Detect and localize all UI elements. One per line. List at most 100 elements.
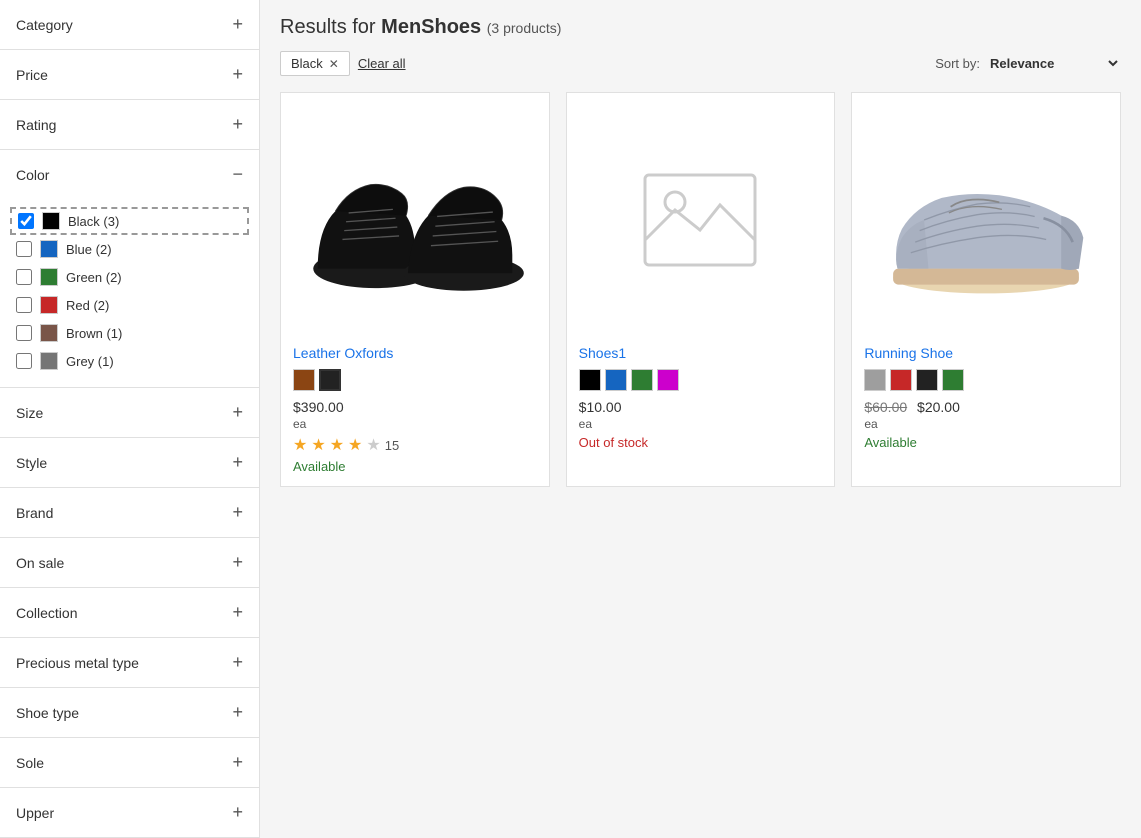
swatch-black[interactable] [579, 369, 601, 391]
color-option-red[interactable]: Red (2) [16, 291, 243, 319]
filter-upper-toggle-icon: + [232, 802, 243, 823]
filter-price-label: Price [16, 67, 48, 83]
filter-style-toggle-icon: + [232, 452, 243, 473]
filter-category-header[interactable]: Category + [0, 0, 259, 49]
filter-precious-metal-header[interactable]: Precious metal type + [0, 638, 259, 687]
product-image-leather-oxfords [293, 105, 537, 335]
color-filter-options: Black (3) Blue (2) Green (2) [0, 199, 259, 387]
filter-upper: Upper + [0, 788, 259, 838]
filters-bar: Black ✕ Clear all Sort by: Relevance Pri… [280, 51, 1121, 76]
sort-label: Sort by: [935, 56, 980, 71]
color-checkbox-brown[interactable] [16, 325, 32, 341]
filter-tag-black[interactable]: Black ✕ [280, 51, 350, 76]
filter-shoe-type: Shoe type + [0, 688, 259, 738]
product-price-running-shoe: $60.00 $20.00 [864, 399, 1108, 415]
star-3: ★ [330, 435, 344, 455]
filter-brand: Brand + [0, 488, 259, 538]
star-2: ★ [311, 435, 325, 455]
sort-bar: Sort by: Relevance Price: Low to High Pr… [935, 55, 1121, 72]
product-name-shoes1[interactable]: Shoes1 [579, 345, 823, 361]
color-option-blue[interactable]: Blue (2) [16, 235, 243, 263]
filter-shoe-type-label: Shoe type [16, 705, 79, 721]
star-5: ★ [366, 435, 380, 455]
product-unit-shoes1: ea [579, 417, 823, 431]
color-checkbox-black[interactable] [18, 213, 34, 229]
color-label-black: Black (3) [68, 214, 119, 229]
filter-size-toggle-icon: + [232, 402, 243, 423]
filter-collection-toggle-icon: + [232, 602, 243, 623]
color-swatch-black [42, 212, 60, 230]
filter-shoe-type-header[interactable]: Shoe type + [0, 688, 259, 737]
color-option-brown[interactable]: Brown (1) [16, 319, 243, 347]
product-grid: Leather Oxfords $390.00 ea ★ ★ ★ ★ ★ 15 [280, 92, 1121, 487]
filter-on-sale-header[interactable]: On sale + [0, 538, 259, 587]
filter-tag-black-remove[interactable]: ✕ [329, 57, 339, 71]
filter-rating-header[interactable]: Rating + [0, 100, 259, 149]
filter-price-toggle-icon: + [232, 64, 243, 85]
placeholder-image [640, 170, 760, 270]
main-content: Results for MenShoes (3 products) Black … [260, 0, 1141, 838]
swatch-green[interactable] [631, 369, 653, 391]
sidebar: Category + Price + Rating + Color − [0, 0, 260, 838]
filter-price-header[interactable]: Price + [0, 50, 259, 99]
filter-size-header[interactable]: Size + [0, 388, 259, 437]
filter-color-header[interactable]: Color − [0, 150, 259, 199]
swatch-blue[interactable] [605, 369, 627, 391]
clear-all-button[interactable]: Clear all [358, 56, 406, 71]
product-card-running-shoe: Running Shoe $60.00 $20.00 ea Available [851, 92, 1121, 487]
product-name-running-shoe[interactable]: Running Shoe [864, 345, 1108, 361]
color-swatch-green [40, 268, 58, 286]
filter-rating: Rating + [0, 100, 259, 150]
product-swatches-leather-oxfords [293, 369, 537, 391]
filter-on-sale-label: On sale [16, 555, 64, 571]
product-swatches-running-shoe [864, 369, 1108, 391]
swatch-magenta[interactable] [657, 369, 679, 391]
color-checkbox-blue[interactable] [16, 241, 32, 257]
filter-category-label: Category [16, 17, 73, 33]
color-swatch-blue [40, 240, 58, 258]
filter-style-label: Style [16, 455, 47, 471]
product-price-shoes1: $10.00 [579, 399, 823, 415]
product-image-running-shoe [864, 105, 1108, 335]
original-price: $60.00 [864, 399, 907, 415]
color-label-red: Red (2) [66, 298, 109, 313]
color-option-green[interactable]: Green (2) [16, 263, 243, 291]
color-option-grey[interactable]: Grey (1) [16, 347, 243, 375]
swatch-brown[interactable] [293, 369, 315, 391]
color-label-blue: Blue (2) [66, 242, 112, 257]
swatch-black[interactable] [916, 369, 938, 391]
product-name-leather-oxfords[interactable]: Leather Oxfords [293, 345, 537, 361]
filter-sole: Sole + [0, 738, 259, 788]
product-stock-running-shoe: Available [864, 435, 1108, 450]
product-rating-leather-oxfords: ★ ★ ★ ★ ★ 15 [293, 435, 537, 455]
active-filters: Black ✕ Clear all [280, 51, 406, 76]
filter-size-label: Size [16, 405, 43, 421]
swatch-grey[interactable] [864, 369, 886, 391]
filter-brand-header[interactable]: Brand + [0, 488, 259, 537]
filter-shoe-type-toggle-icon: + [232, 702, 243, 723]
filter-color: Color − Black (3) Blue (2) [0, 150, 259, 388]
swatch-black[interactable] [319, 369, 341, 391]
results-header: Results for MenShoes (3 products) [280, 16, 1121, 39]
filter-category-toggle-icon: + [232, 14, 243, 35]
color-checkbox-red[interactable] [16, 297, 32, 313]
color-checkbox-green[interactable] [16, 269, 32, 285]
swatch-green[interactable] [942, 369, 964, 391]
color-checkbox-grey[interactable] [16, 353, 32, 369]
filter-upper-header[interactable]: Upper + [0, 788, 259, 837]
sort-select[interactable]: Relevance Price: Low to High Price: High… [986, 55, 1121, 72]
filter-collection-label: Collection [16, 605, 77, 621]
product-card-shoes1: Shoes1 $10.00 ea Out of stock [566, 92, 836, 487]
filter-color-toggle-icon: − [232, 164, 243, 185]
filter-style-header[interactable]: Style + [0, 438, 259, 487]
product-stock-shoes1: Out of stock [579, 435, 823, 450]
product-stock-leather-oxfords: Available [293, 459, 537, 474]
filter-style: Style + [0, 438, 259, 488]
product-price-leather-oxfords: $390.00 [293, 399, 537, 415]
color-option-black[interactable]: Black (3) [10, 207, 249, 235]
swatch-red[interactable] [890, 369, 912, 391]
product-unit-running-shoe: ea [864, 417, 1108, 431]
filter-collection-header[interactable]: Collection + [0, 588, 259, 637]
filter-sole-header[interactable]: Sole + [0, 738, 259, 787]
star-4: ★ [348, 435, 362, 455]
